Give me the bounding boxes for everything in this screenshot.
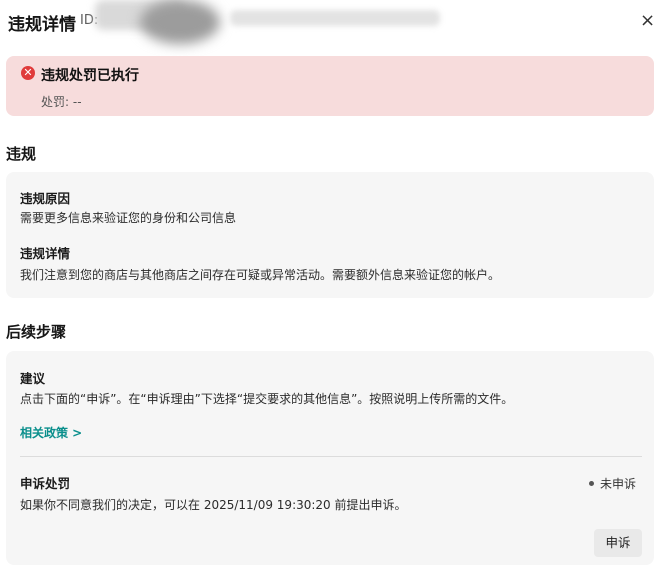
- next-steps-card: 建议 点击下面的“申诉”。在“申诉理由”下选择“提交要求的其他信息”。按照说明上…: [6, 351, 654, 565]
- related-policy-link[interactable]: 相关政策 >: [20, 424, 82, 441]
- appeal-text: 如果你不同意我们的决定，可以在 2025/11/09 19:30:20 前提出申…: [20, 498, 407, 512]
- violation-section-title: 违规: [6, 145, 37, 163]
- suggestion-text: 点击下面的“申诉”。在“申诉理由”下选择“提交要求的其他信息”。按照说明上传所需…: [20, 392, 514, 406]
- error-icon: ✕: [21, 66, 35, 80]
- page-title: 违规详情: [8, 15, 76, 35]
- divider: [20, 456, 642, 457]
- next-steps-section-title: 后续步骤: [6, 323, 67, 341]
- suggestion-label: 建议: [20, 371, 46, 386]
- appeal-label: 申诉处罚: [20, 476, 71, 491]
- appeal-status: 未申诉: [588, 475, 636, 492]
- detail-text: 我们注意到您的商店与其他商店之间存在可疑或异常活动。需要额外信息来验证您的帐户。: [20, 268, 501, 282]
- penalty-alert: ✕ 违规处罚已执行 处罚: --: [6, 56, 654, 116]
- detail-label: 违规详情: [20, 246, 71, 261]
- reason-label: 违规原因: [20, 191, 71, 206]
- close-icon[interactable]: ×: [640, 12, 655, 30]
- status-text: 未申诉: [599, 477, 636, 491]
- alert-penalty: 处罚: --: [41, 95, 82, 109]
- redacted-name-blur: [230, 10, 440, 26]
- header: 违规详情 ID: ×: [0, 0, 662, 44]
- status-dot-icon: [588, 481, 594, 486]
- redacted-avatar-blur: [140, 0, 220, 44]
- alert-title: 违规处罚已执行: [41, 68, 139, 84]
- reason-text: 需要更多信息来验证您的身份和公司信息: [20, 211, 237, 225]
- violation-card: 违规原因 需要更多信息来验证您的身份和公司信息 违规详情 我们注意到您的商店与其…: [6, 172, 654, 298]
- appeal-button[interactable]: 申诉: [594, 529, 642, 557]
